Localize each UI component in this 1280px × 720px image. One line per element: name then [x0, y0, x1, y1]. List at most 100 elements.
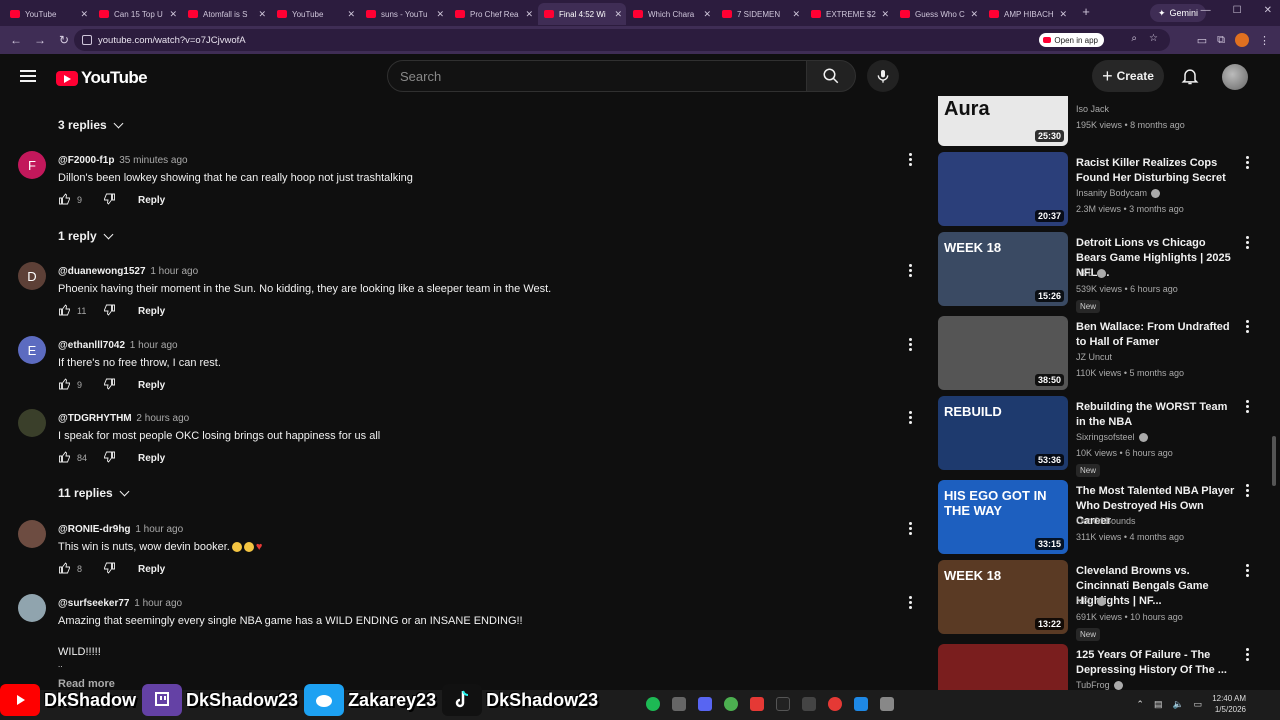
app-icon[interactable] — [802, 697, 816, 711]
reply-button[interactable]: Reply — [138, 380, 165, 391]
chrome-icon[interactable] — [724, 697, 738, 711]
maximize-icon[interactable]: ☐ — [1233, 5, 1242, 16]
browser-tab[interactable]: suns - YouTu ✕ — [360, 3, 448, 25]
more-options-icon[interactable] — [907, 153, 913, 168]
minimize-icon[interactable]: — — [1201, 5, 1211, 16]
close-tab-icon[interactable]: ✕ — [881, 9, 889, 20]
comment-timestamp[interactable]: 1 hour ago — [150, 266, 198, 277]
close-tab-icon[interactable]: ✕ — [436, 9, 444, 20]
video-card[interactable]: 20:37 Racist Killer Realizes Cops Found H… — [938, 152, 1268, 228]
menu-icon[interactable] — [20, 70, 36, 82]
network-icon[interactable]: ▤ — [1154, 699, 1163, 710]
user-avatar[interactable] — [1222, 64, 1248, 90]
video-card[interactable]: REBUILD 53:36 Rebuilding the WORST Team in… — [938, 396, 1268, 477]
video-card[interactable]: 125 Years Of Failure - The Depressing Hi… — [938, 644, 1268, 690]
cast-icon[interactable]: ▭ — [1197, 34, 1207, 47]
tiktok-app-icon[interactable] — [776, 697, 790, 711]
new-tab-button[interactable]: + — [1076, 4, 1096, 19]
more-options-icon[interactable] — [1244, 400, 1250, 415]
site-info-icon[interactable] — [82, 35, 92, 45]
thumbs-up-icon[interactable] — [58, 562, 71, 576]
extensions-icon[interactable]: ⧉ — [1217, 34, 1225, 47]
video-channel[interactable]: Out Of Bounds — [1076, 516, 1136, 526]
video-thumbnail[interactable]: 20:37 — [938, 152, 1068, 226]
video-card[interactable]: WEEK 18 15:26 Detroit Lions vs Chicago Bea… — [938, 232, 1268, 313]
video-channel[interactable]: NFL — [1076, 596, 1107, 606]
browser-tab[interactable]: Final 4:52 Wi ✕ — [538, 3, 626, 25]
search-input[interactable]: Search — [387, 60, 807, 92]
forward-icon[interactable]: → — [28, 33, 52, 47]
browser-tab[interactable]: YouTube ✕ — [271, 3, 359, 25]
thumbs-up-icon[interactable] — [58, 378, 71, 392]
video-title[interactable]: Rebuilding the WORST Team in the NBA — [1076, 400, 1236, 430]
video-thumbnail[interactable]: HIS EGO GOT IN THE WAY 33:15 — [938, 480, 1068, 554]
browser-tab[interactable]: 7 SIDEMEN ✕ — [716, 3, 804, 25]
thumbs-down-icon[interactable] — [103, 378, 116, 392]
comment-username[interactable]: @duanewong1527 — [58, 266, 146, 277]
video-channel[interactable]: Sixringsofsteel — [1076, 432, 1148, 442]
more-options-icon[interactable] — [1244, 156, 1250, 171]
create-button[interactable]: + Create — [1092, 60, 1164, 92]
discord-icon[interactable] — [698, 697, 712, 711]
video-channel[interactable]: Insanity Bodycam — [1076, 188, 1161, 198]
video-title[interactable]: 125 Years Of Failure - The Depressing Hi… — [1076, 648, 1236, 678]
thumbs-down-icon[interactable] — [103, 304, 116, 318]
video-title[interactable]: Ben Wallace: From Undrafted to Hall of F… — [1076, 320, 1236, 350]
notifications-button[interactable] — [1180, 66, 1200, 91]
comment-username[interactable]: @RONIE-dr9hg — [58, 524, 131, 535]
close-tab-icon[interactable]: ✕ — [525, 9, 533, 20]
app-icon[interactable] — [672, 697, 686, 711]
video-thumbnail[interactable]: REBUILD 53:36 — [938, 396, 1068, 470]
video-thumbnail[interactable] — [938, 644, 1068, 690]
close-window-icon[interactable]: ✕ — [1264, 5, 1272, 16]
close-tab-icon[interactable]: ✕ — [703, 9, 711, 20]
app-icon[interactable] — [828, 697, 842, 711]
browser-tab[interactable]: Pro Chef Rea ✕ — [449, 3, 537, 25]
comment-username[interactable]: @ethanlll7042 — [58, 340, 125, 351]
comment-username[interactable]: @F2000-f1p — [58, 155, 114, 166]
more-options-icon[interactable] — [1244, 564, 1250, 579]
close-tab-icon[interactable]: ✕ — [792, 9, 800, 20]
close-tab-icon[interactable]: ✕ — [347, 9, 355, 20]
close-tab-icon[interactable]: ✕ — [169, 9, 177, 20]
video-title[interactable]: Racist Killer Realizes Cops Found Her Di… — [1076, 156, 1236, 186]
reply-button[interactable]: Reply — [138, 564, 165, 575]
commenter-avatar[interactable] — [18, 594, 46, 622]
app-icon[interactable] — [854, 697, 868, 711]
app-icon[interactable] — [750, 697, 764, 711]
app-icon[interactable] — [880, 697, 894, 711]
more-options-icon[interactable] — [1244, 236, 1250, 251]
page-scrollbar[interactable] — [1272, 436, 1276, 486]
browser-tab[interactable]: Which Chara ✕ — [627, 3, 715, 25]
browser-tab[interactable]: YouTube ✕ — [4, 3, 92, 25]
video-channel[interactable]: Iso Jack — [1076, 104, 1109, 114]
comment-username[interactable]: @surfseeker77 — [58, 598, 129, 609]
video-card[interactable]: 38:50 Ben Wallace: From Undrafted to Hall… — [938, 316, 1268, 392]
commenter-avatar[interactable]: E — [18, 336, 46, 364]
commenter-avatar[interactable]: D — [18, 262, 46, 290]
zoom-icon[interactable]: ⌕ — [1131, 33, 1137, 44]
bookmark-star-icon[interactable]: ☆ — [1149, 33, 1158, 44]
video-channel[interactable]: NFL — [1076, 268, 1107, 278]
comment-username[interactable]: @TDGRHYTHM — [58, 413, 132, 424]
comment-timestamp[interactable]: 1 hour ago — [130, 340, 178, 351]
thumbs-down-icon[interactable] — [103, 562, 116, 576]
back-icon[interactable]: ← — [4, 33, 28, 47]
close-tab-icon[interactable]: ✕ — [258, 9, 266, 20]
more-options-icon[interactable] — [907, 596, 913, 611]
video-thumbnail[interactable]: 38:50 — [938, 316, 1068, 390]
browser-menu-icon[interactable]: ⋮ — [1259, 34, 1270, 47]
comment-timestamp[interactable]: 1 hour ago — [134, 598, 182, 609]
video-channel[interactable]: TubFrog — [1076, 680, 1123, 690]
reply-button[interactable]: Reply — [138, 195, 165, 206]
video-thumbnail[interactable]: Aura 25:30 — [938, 96, 1068, 146]
search-button[interactable] — [806, 60, 856, 92]
clock[interactable]: 12:40 AM 1/5/2026 — [1212, 693, 1246, 715]
thumbs-up-icon[interactable] — [58, 193, 71, 207]
profile-icon[interactable] — [1235, 33, 1249, 47]
browser-tab[interactable]: Guess Who C ✕ — [894, 3, 982, 25]
more-options-icon[interactable] — [907, 522, 913, 537]
browser-tab[interactable]: Atomfall is S ✕ — [182, 3, 270, 25]
more-options-icon[interactable] — [907, 411, 913, 426]
battery-icon[interactable]: ▭ — [1194, 699, 1203, 710]
